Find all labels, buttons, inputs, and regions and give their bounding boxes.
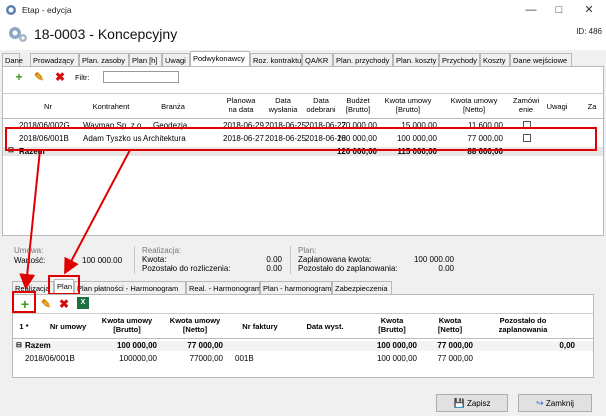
save-icon: 💾 (453, 398, 465, 408)
close-button[interactable]: ↪ Zamknij (518, 394, 592, 412)
exit-icon: ↪ (536, 398, 544, 408)
arrow-to-plan-tab (64, 149, 131, 275)
save-button-label: Zapisz (466, 399, 491, 408)
annotation-arrows (19, 149, 131, 290)
close-button-label: Zamknij (545, 399, 574, 408)
arrow-to-add (19, 149, 41, 290)
save-button[interactable]: 💾 Zapisz (436, 394, 508, 412)
